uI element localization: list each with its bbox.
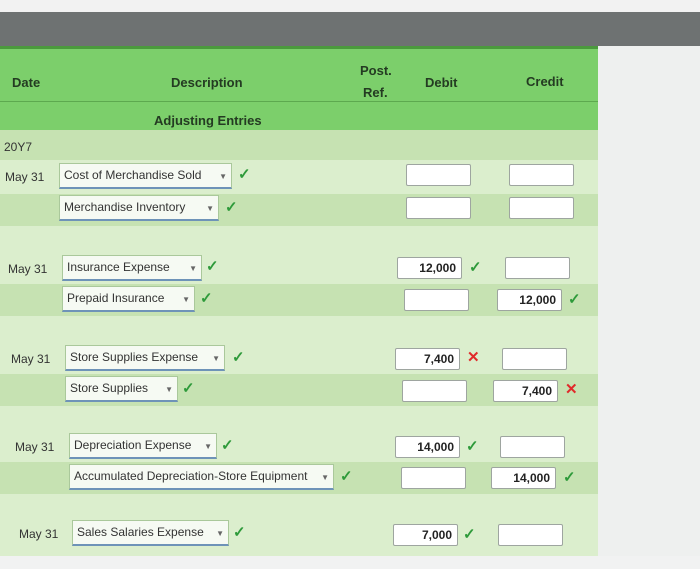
header-debit: Debit xyxy=(425,75,458,90)
entry-4-debit-account-select[interactable]: Depreciation Expense ▼ xyxy=(69,433,217,459)
right-panel xyxy=(598,46,700,556)
entry-2-debit-account-select[interactable]: Insurance Expense ▼ xyxy=(62,255,202,281)
check-icon: ✓ xyxy=(238,166,251,183)
entry-5-debit-input[interactable]: 7,000 xyxy=(393,524,458,546)
entry-3-debit-account-select[interactable]: Store Supplies Expense ▼ xyxy=(65,345,225,371)
dropdown-arrow-icon: ▼ xyxy=(189,264,197,273)
entry-2-credit-account-select[interactable]: Prepaid Insurance ▼ xyxy=(62,286,195,312)
entry-5-debit-account: Sales Salaries Expense xyxy=(77,525,204,539)
check-icon: ✓ xyxy=(568,291,581,308)
x-icon: ✕ xyxy=(467,349,480,366)
row-band xyxy=(0,406,598,432)
entry-2-date: May 31 xyxy=(8,262,48,276)
entry-1-debit-input-line2[interactable] xyxy=(406,197,471,219)
row-band xyxy=(0,316,598,344)
dropdown-arrow-icon: ▼ xyxy=(321,473,329,482)
entry-1-debit-account-select[interactable]: Cost of Merchandise Sold ▼ xyxy=(59,163,232,189)
dropdown-arrow-icon: ▼ xyxy=(204,442,212,451)
entry-2-credit-input[interactable]: 12,000 xyxy=(497,289,562,311)
entry-3-debit-account: Store Supplies Expense xyxy=(70,350,199,364)
entry-1-date: May 31 xyxy=(5,170,45,184)
dropdown-arrow-icon: ▼ xyxy=(216,529,224,538)
check-icon: ✓ xyxy=(232,349,245,366)
dropdown-arrow-icon: ▼ xyxy=(219,172,227,181)
year-label: 20Y7 xyxy=(4,140,33,154)
entry-3-debit-input[interactable]: 7,400 xyxy=(395,348,460,370)
entry-3-debit-input-line2[interactable] xyxy=(402,380,467,402)
entry-3-credit-input-line1[interactable] xyxy=(502,348,567,370)
entry-4-credit-account-select[interactable]: Accumulated Depreciation-Store Equipment… xyxy=(69,464,334,490)
dropdown-arrow-icon: ▼ xyxy=(206,204,214,213)
dropdown-arrow-icon: ▼ xyxy=(165,385,173,394)
entry-3-date: May 31 xyxy=(11,352,51,366)
check-icon: ✓ xyxy=(563,469,576,486)
entry-3-credit-account: Store Supplies xyxy=(70,381,149,395)
toolbar-band xyxy=(0,12,700,46)
header-divider xyxy=(0,101,598,102)
header-post-ref-1: Post. xyxy=(360,63,392,78)
entry-4-debit-input-line2[interactable] xyxy=(401,467,466,489)
entry-1-debit-account: Cost of Merchandise Sold xyxy=(64,168,202,182)
entry-1-credit-account-select[interactable]: Merchandise Inventory ▼ xyxy=(59,195,219,221)
entry-5-credit-input[interactable] xyxy=(498,524,563,546)
header-credit: Credit xyxy=(526,74,564,89)
bottom-strip xyxy=(0,556,700,569)
entry-3-credit-account-select[interactable]: Store Supplies ▼ xyxy=(65,376,178,402)
entry-4-date: May 31 xyxy=(15,440,55,454)
check-icon: ✓ xyxy=(225,199,238,216)
journal-table: Date Description Post. Ref. Debit Credit… xyxy=(0,46,598,556)
check-icon: ✓ xyxy=(466,438,479,455)
entry-2-credit-account: Prepaid Insurance xyxy=(67,291,165,305)
entry-5-date: May 31 xyxy=(19,527,59,541)
header-date: Date xyxy=(12,75,41,90)
entry-4-debit-input[interactable]: 14,000 xyxy=(395,436,460,458)
check-icon: ✓ xyxy=(182,380,195,397)
check-icon: ✓ xyxy=(233,524,246,541)
row-band xyxy=(0,494,598,520)
entry-4-credit-account: Accumulated Depreciation-Store Equipment xyxy=(74,469,308,483)
year-row xyxy=(0,130,598,160)
dropdown-arrow-icon: ▼ xyxy=(212,354,220,363)
entry-2-debit-input[interactable]: 12,000 xyxy=(397,257,462,279)
x-icon: ✕ xyxy=(565,381,578,398)
entry-2-debit-account: Insurance Expense xyxy=(67,260,170,274)
header-description: Description xyxy=(171,75,243,90)
entry-3-credit-input[interactable]: 7,400 xyxy=(493,380,558,402)
section-title: Adjusting Entries xyxy=(154,113,262,128)
entry-4-debit-account: Depreciation Expense xyxy=(74,438,192,452)
entry-1-credit-input[interactable] xyxy=(509,197,574,219)
check-icon: ✓ xyxy=(340,468,353,485)
entry-4-credit-input-line1[interactable] xyxy=(500,436,565,458)
entry-5-debit-account-select[interactable]: Sales Salaries Expense ▼ xyxy=(72,520,229,546)
entry-1-credit-account: Merchandise Inventory xyxy=(64,200,186,214)
entry-4-credit-input[interactable]: 14,000 xyxy=(491,467,556,489)
check-icon: ✓ xyxy=(200,290,213,307)
check-icon: ✓ xyxy=(221,437,234,454)
check-icon: ✓ xyxy=(206,258,219,275)
row-band xyxy=(0,226,598,254)
entry-1-credit-input-line1[interactable] xyxy=(509,164,574,186)
dropdown-arrow-icon: ▼ xyxy=(182,295,190,304)
check-icon: ✓ xyxy=(463,526,476,543)
check-icon: ✓ xyxy=(469,259,482,276)
header-post-ref-2: Ref. xyxy=(363,85,388,100)
table-header: Date Description Post. Ref. Debit Credit… xyxy=(0,46,598,130)
entry-2-credit-input-line1[interactable] xyxy=(505,257,570,279)
entry-2-debit-input-line2[interactable] xyxy=(404,289,469,311)
entry-1-debit-input[interactable] xyxy=(406,164,471,186)
